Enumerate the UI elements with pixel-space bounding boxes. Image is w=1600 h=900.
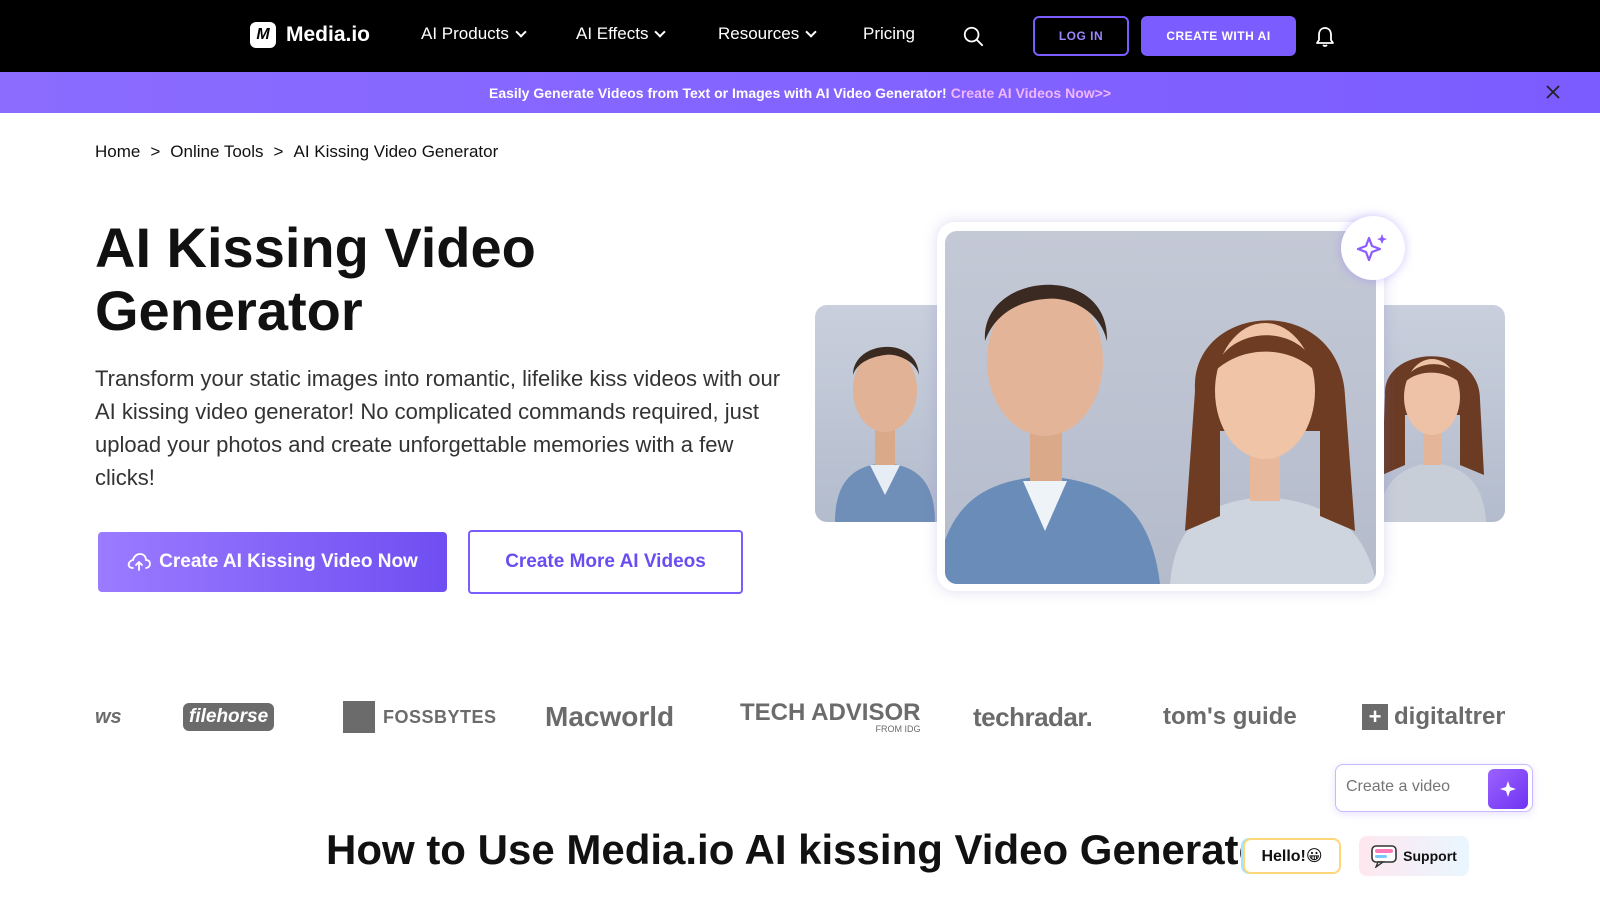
press-logos-strip: ws filehorse FOSSBYTES Macworld TECH ADV… — [95, 695, 1505, 739]
press-logo-filehorse: filehorse — [183, 695, 275, 739]
breadcrumb-online-tools[interactable]: Online Tools — [170, 142, 263, 162]
sparkle-icon — [1500, 781, 1516, 797]
press-logo-digitaltrends: + digitaltrend — [1362, 695, 1505, 739]
press-logo-news: ws — [95, 705, 122, 728]
hero-description: Transform your static images into romant… — [95, 366, 781, 490]
create-more-ai-videos-button[interactable]: Create More AI Videos — [468, 530, 743, 594]
ai-sparkle-icon — [1341, 216, 1405, 280]
create-video-input[interactable] — [1346, 778, 1476, 796]
create-kissing-video-button[interactable]: Create AI Kissing Video Now — [98, 532, 447, 592]
nav-ai-effects-label: AI Effects — [576, 24, 649, 43]
generate-button[interactable] — [1488, 769, 1528, 809]
breadcrumb-home[interactable]: Home — [95, 142, 140, 162]
couple-photo — [945, 231, 1376, 584]
press-logo-macworld: Macworld — [545, 701, 675, 732]
press-logo-fossbytes: FOSSBYTES — [343, 695, 497, 739]
press-logo-tech-advisor: TECH ADVISOR FROM IDG — [740, 698, 921, 734]
fossbytes-mark-icon — [343, 701, 375, 733]
breadcrumb: Home > Online Tools > AI Kissing Video G… — [95, 142, 498, 162]
create-with-ai-button[interactable]: CREATE WITH AI — [1141, 16, 1296, 56]
breadcrumb-separator: > — [150, 142, 161, 161]
site-logo[interactable]: M Media.io — [250, 22, 370, 48]
nav-pricing[interactable]: Pricing — [863, 24, 915, 44]
support-button[interactable]: Support — [1359, 836, 1469, 876]
how-to-section-title: How to Use Media.io AI kissing Video Gen… — [326, 826, 1281, 873]
breadcrumb-separator: > — [273, 142, 284, 161]
nav-ai-products-label: AI Products — [421, 24, 509, 43]
nav-resources-label: Resources — [718, 24, 800, 43]
hello-chat-badge[interactable]: Hello!😀 — [1243, 838, 1341, 874]
create-kissing-video-label: Create AI Kissing Video Now — [159, 551, 418, 572]
chevron-down-icon — [515, 26, 527, 38]
press-logo-techradar: techradar. — [973, 701, 1093, 732]
login-button[interactable]: LOG IN — [1033, 16, 1129, 56]
banner-link[interactable]: Create AI Videos Now>> — [951, 85, 1111, 101]
top-navbar: M Media.io AI Products AI Effects Resour… — [0, 0, 1600, 72]
page-title: AI Kissing Video Generator — [95, 216, 536, 342]
press-logo-toms-guide: tom's guide — [1163, 703, 1297, 730]
nav-ai-effects[interactable]: AI Effects — [576, 24, 667, 44]
cloud-upload-icon — [127, 553, 152, 571]
close-icon[interactable] — [1546, 85, 1560, 99]
logo-text: Media.io — [286, 23, 371, 46]
nav-resources[interactable]: Resources — [718, 24, 817, 44]
breadcrumb-current: AI Kissing Video Generator — [293, 142, 499, 161]
chat-support-icon — [1371, 845, 1397, 868]
banner-text: Easily Generate Videos from Text or Imag… — [488, 84, 947, 101]
media-io-logo-icon: M — [250, 22, 276, 48]
man-photo — [815, 305, 955, 522]
promo-banner: Easily Generate Videos from Text or Imag… — [0, 72, 1600, 113]
chevron-down-icon — [654, 26, 667, 38]
search-icon[interactable] — [962, 25, 984, 47]
create-video-widget — [1335, 764, 1533, 812]
bell-icon[interactable] — [1315, 26, 1335, 48]
digitaltrends-mark-icon: + — [1362, 704, 1388, 730]
nav-pricing-label: Pricing — [863, 24, 915, 43]
nav-ai-products[interactable]: AI Products — [421, 24, 527, 44]
chevron-down-icon — [805, 26, 817, 38]
support-label: Support — [1403, 848, 1457, 864]
